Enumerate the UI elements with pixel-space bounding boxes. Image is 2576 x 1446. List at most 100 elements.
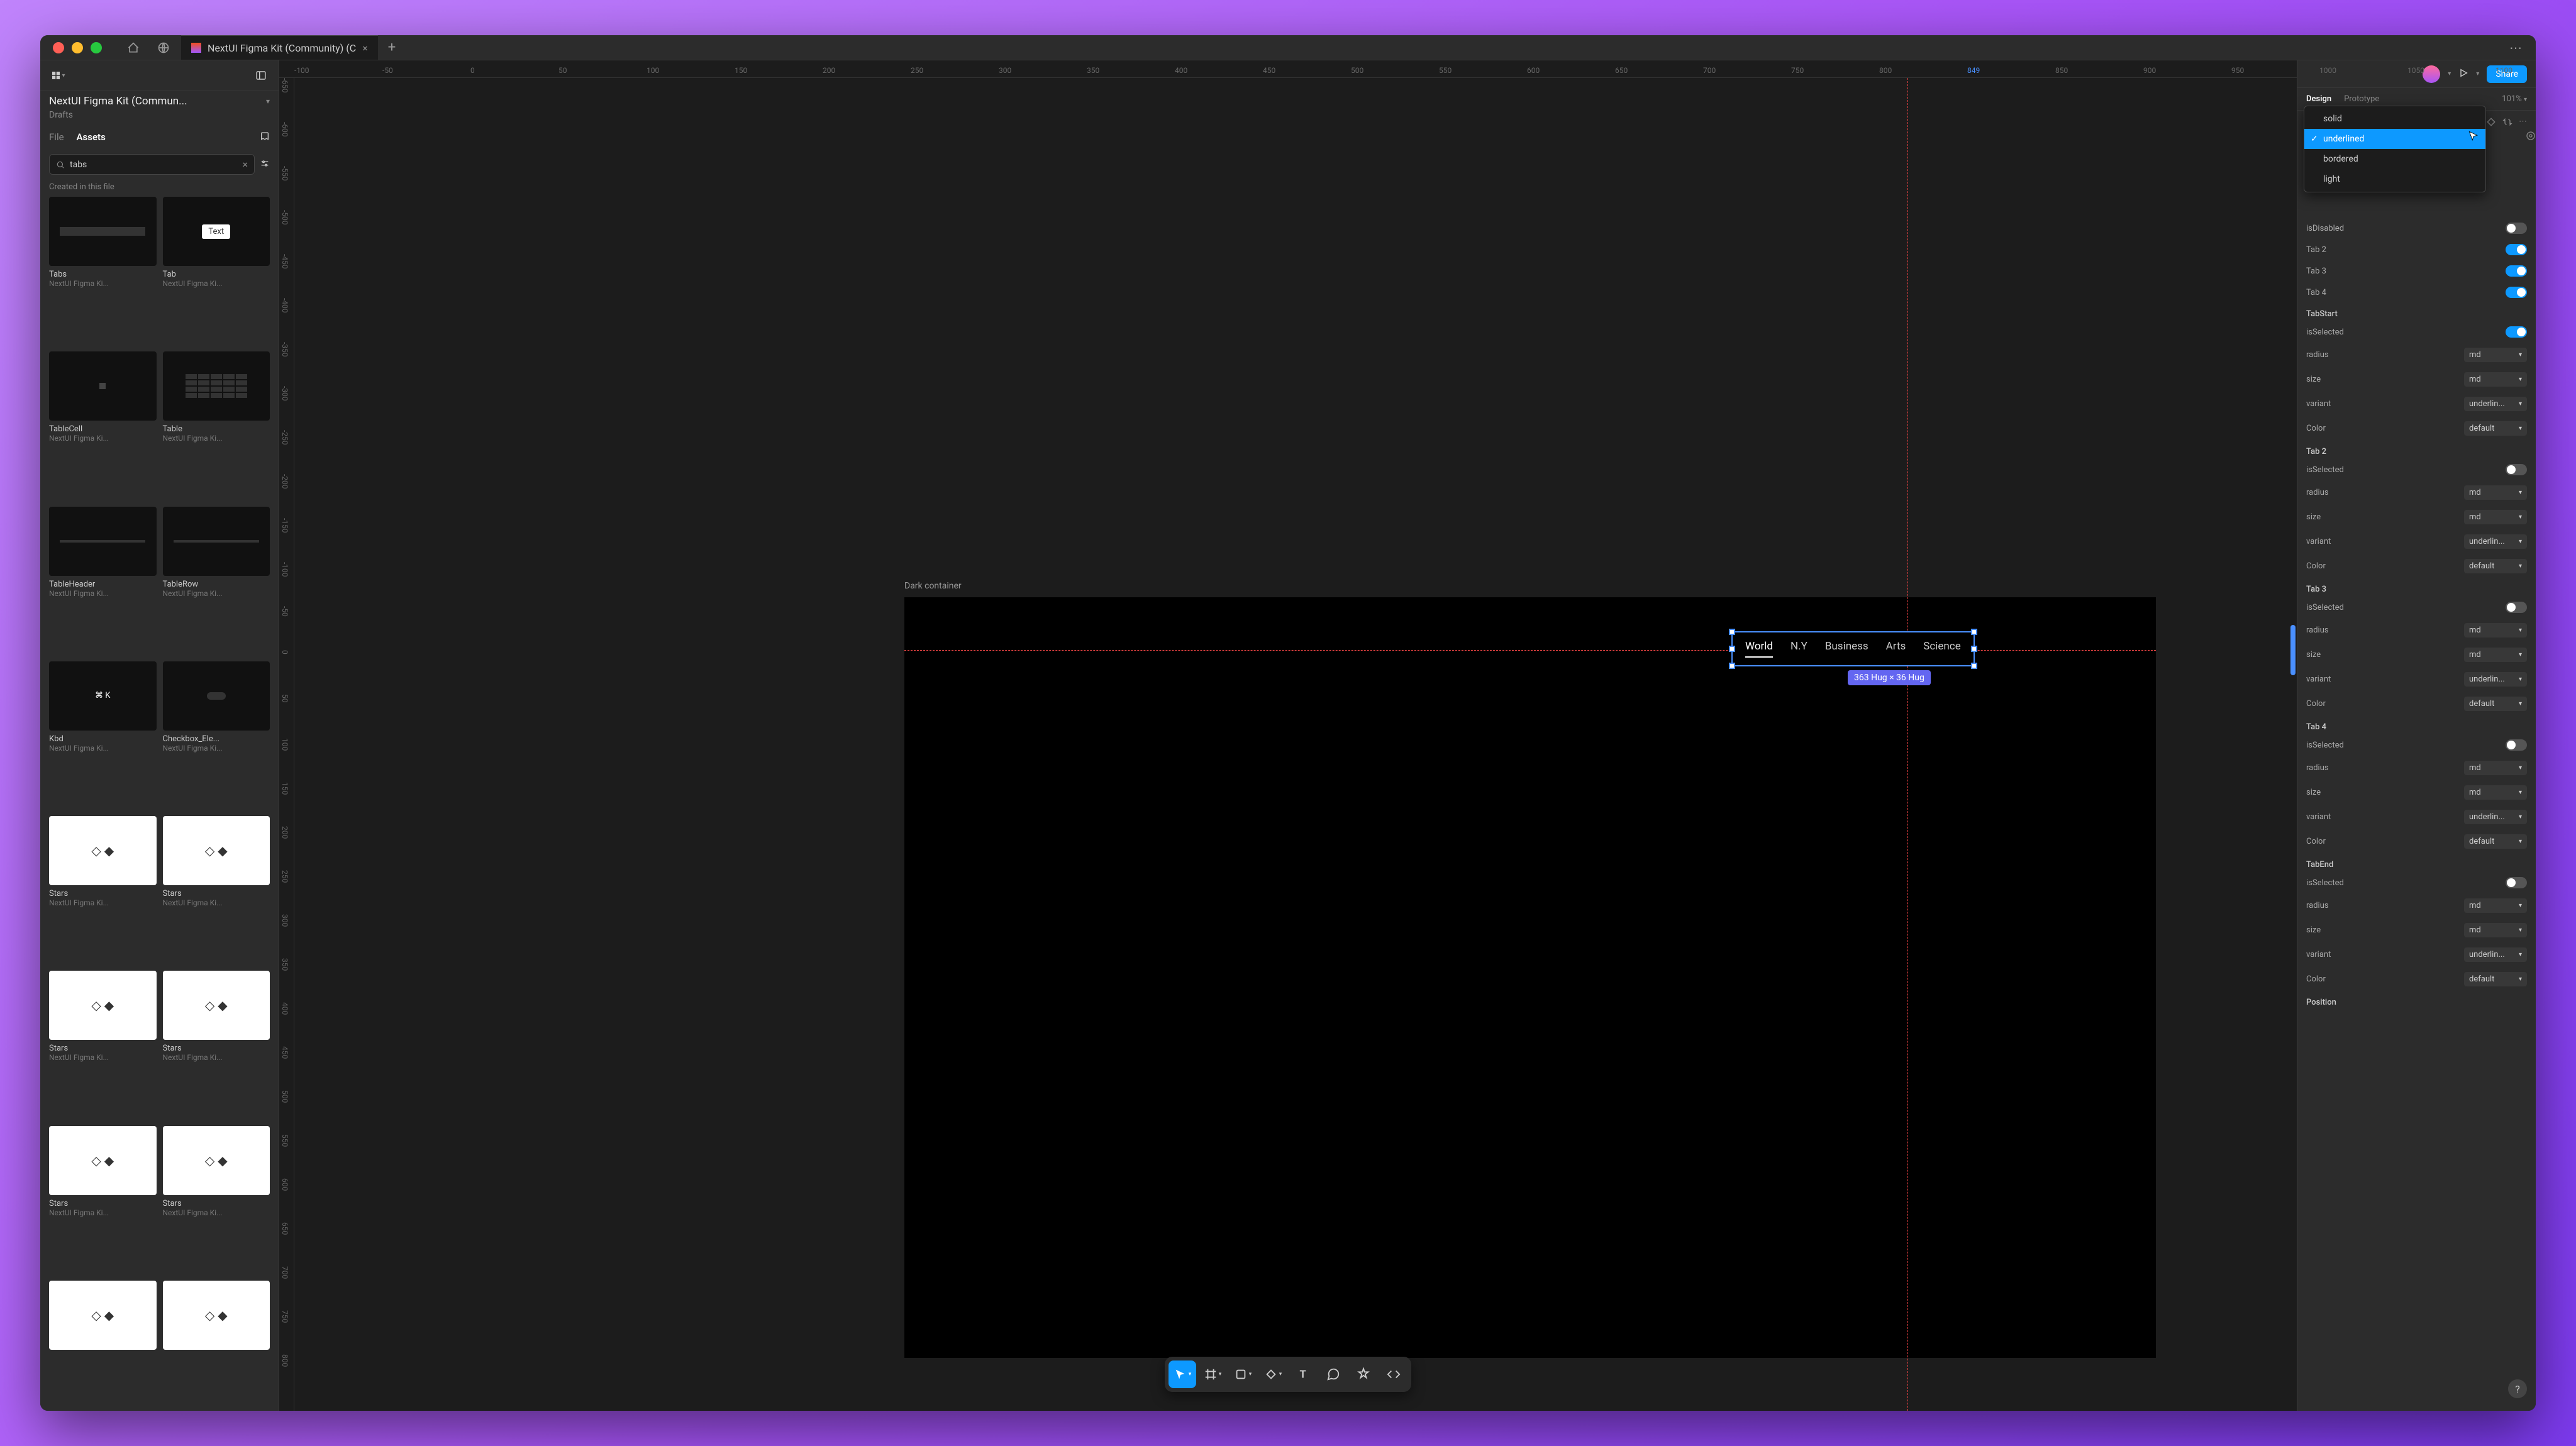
drafts-label[interactable]: Drafts — [40, 108, 279, 126]
dark-container-frame[interactable] — [904, 597, 2156, 1358]
component-cell[interactable]: ◇ ◆ — [49, 1281, 157, 1411]
tab-ny[interactable]: N.Y — [1790, 640, 1807, 658]
search-input-wrapper[interactable]: × — [49, 154, 255, 175]
prop-select[interactable]: underlin...▾ — [2464, 672, 2527, 687]
actions-tool[interactable] — [1350, 1360, 1377, 1388]
tabs-component-selection[interactable]: World N.Y Business Arts Science — [1731, 631, 1975, 666]
vertical-guide[interactable] — [1907, 78, 1908, 1411]
search-input[interactable] — [70, 160, 237, 170]
toggle-switch[interactable] — [2506, 244, 2527, 255]
selection-handle[interactable] — [1729, 646, 1735, 652]
file-title[interactable]: NextUI Figma Kit (Commun... — [49, 95, 187, 108]
pen-tool[interactable]: ▾ — [1259, 1360, 1287, 1388]
canvas-area[interactable]: -100-50050100150200250300350400450500550… — [279, 60, 2297, 1411]
prop-select[interactable]: underlin...▾ — [2464, 397, 2527, 411]
component-cell[interactable]: ⌘ KKbdNextUI Figma Ki... — [49, 661, 157, 810]
component-cell[interactable]: ◇ ◆ — [163, 1281, 270, 1411]
text-tool[interactable]: T — [1289, 1360, 1317, 1388]
toggle-switch[interactable] — [2506, 739, 2527, 751]
dropdown-item-bordered[interactable]: bordered — [2304, 149, 2485, 169]
prop-select[interactable]: default▾ — [2464, 421, 2527, 436]
titlebar-more-icon[interactable]: ⋯ — [2509, 40, 2523, 55]
prop-select[interactable]: md▾ — [2464, 923, 2527, 937]
selection-handle[interactable] — [1729, 663, 1735, 669]
prop-select[interactable]: md▾ — [2464, 898, 2527, 913]
prop-select[interactable]: default▾ — [2464, 972, 2527, 986]
prop-select[interactable]: default▾ — [2464, 834, 2527, 849]
close-window[interactable] — [53, 42, 64, 53]
help-button[interactable]: ? — [2508, 1379, 2527, 1398]
design-tab[interactable]: Design — [2306, 94, 2331, 104]
component-cell[interactable]: TableCellNextUI Figma Ki... — [49, 351, 157, 500]
comment-tool[interactable] — [1319, 1360, 1347, 1388]
prop-section[interactable]: Position — [2306, 991, 2527, 1010]
prop-select[interactable]: md▾ — [2464, 372, 2527, 387]
canvas[interactable]: Dark container World N.Y Business Arts S… — [294, 78, 2297, 1411]
panel-toggle-icon[interactable] — [252, 67, 270, 84]
frame-label[interactable]: Dark container — [904, 581, 962, 591]
prop-section[interactable]: Tab 2 — [2306, 441, 2527, 459]
component-cell[interactable]: ◇ ◆StarsNextUI Figma Ki... — [163, 816, 270, 964]
selection-handle[interactable] — [1971, 663, 1977, 669]
prop-select[interactable]: md▾ — [2464, 785, 2527, 800]
present-icon[interactable] — [2458, 68, 2468, 80]
maximize-window[interactable] — [91, 42, 102, 53]
prop-section[interactable]: TabEnd — [2306, 854, 2527, 872]
prop-select[interactable]: md▾ — [2464, 510, 2527, 524]
tab-business[interactable]: Business — [1825, 640, 1868, 658]
file-chevron-icon[interactable]: ▾ — [266, 97, 270, 106]
dropdown-item-solid[interactable]: solid — [2304, 109, 2485, 129]
toggle-switch[interactable] — [2506, 223, 2527, 234]
toggle-switch[interactable] — [2506, 877, 2527, 888]
component-cell[interactable]: TableRowNextUI Figma Ki... — [163, 507, 270, 655]
tab-world[interactable]: World — [1745, 640, 1773, 658]
prop-select[interactable]: md▾ — [2464, 623, 2527, 637]
settings-icon[interactable] — [260, 158, 270, 171]
prop-select[interactable]: md▾ — [2464, 648, 2527, 662]
prop-section[interactable]: Tab 4 — [2306, 716, 2527, 734]
library-icon[interactable] — [260, 131, 270, 144]
component-cell[interactable]: ◇ ◆StarsNextUI Figma Ki... — [163, 971, 270, 1119]
prop-select[interactable]: md▾ — [2464, 348, 2527, 362]
tab-arts[interactable]: Arts — [1886, 640, 1906, 658]
instance-icon[interactable] — [2486, 117, 2496, 130]
close-tab-icon[interactable]: × — [362, 42, 368, 54]
prop-select[interactable]: md▾ — [2464, 485, 2527, 500]
component-cell[interactable]: ◇ ◆StarsNextUI Figma Ki... — [163, 1126, 270, 1274]
selection-handle[interactable] — [1971, 646, 1977, 652]
new-tab-button[interactable]: + — [378, 40, 406, 55]
component-cell[interactable]: ◇ ◆StarsNextUI Figma Ki... — [49, 971, 157, 1119]
toggle-switch[interactable] — [2506, 287, 2527, 298]
component-cell[interactable]: TableHeaderNextUI Figma Ki... — [49, 507, 157, 655]
prop-section[interactable]: Tab 3 — [2306, 578, 2527, 597]
prototype-tab[interactable]: Prototype — [2344, 94, 2379, 104]
dropdown-item-underlined[interactable]: underlined — [2304, 129, 2485, 149]
figma-menu-icon[interactable]: ▾ — [49, 67, 67, 84]
prop-section[interactable]: TabStart — [2306, 303, 2527, 321]
component-cell[interactable]: TabsNextUI Figma Ki... — [49, 197, 157, 345]
dev-mode-tool[interactable] — [1380, 1360, 1407, 1388]
prop-select[interactable]: underlin...▾ — [2464, 534, 2527, 549]
rectangle-tool[interactable]: ▾ — [1229, 1360, 1257, 1388]
toggle-switch[interactable] — [2506, 464, 2527, 475]
prop-select[interactable]: default▾ — [2464, 559, 2527, 573]
minimize-window[interactable] — [72, 42, 83, 53]
component-cell[interactable]: TextTabNextUI Figma Ki... — [163, 197, 270, 345]
tab-science[interactable]: Science — [1923, 640, 1960, 658]
prop-select[interactable]: default▾ — [2464, 697, 2527, 711]
component-cell[interactable]: ◇ ◆StarsNextUI Figma Ki... — [49, 816, 157, 964]
prop-select[interactable]: underlin...▾ — [2464, 810, 2527, 824]
selection-handle[interactable] — [1971, 629, 1977, 635]
component-cell[interactable]: TableNextUI Figma Ki... — [163, 351, 270, 500]
file-tab[interactable]: File — [49, 131, 64, 144]
toggle-switch[interactable] — [2506, 602, 2527, 613]
selection-handle[interactable] — [1729, 629, 1735, 635]
swap-icon[interactable] — [2502, 117, 2512, 130]
toggle-switch[interactable] — [2506, 265, 2527, 277]
more-icon[interactable]: ⋯ — [2519, 117, 2527, 130]
zoom-level[interactable]: 101% ▾ — [2502, 94, 2527, 104]
component-cell[interactable]: Checkbox_Ele...NextUI Figma Ki... — [163, 661, 270, 810]
community-icon[interactable] — [151, 35, 176, 60]
document-tab[interactable]: NextUI Figma Kit (Community) (C × — [181, 35, 378, 60]
component-cell[interactable]: ◇ ◆StarsNextUI Figma Ki... — [49, 1126, 157, 1274]
